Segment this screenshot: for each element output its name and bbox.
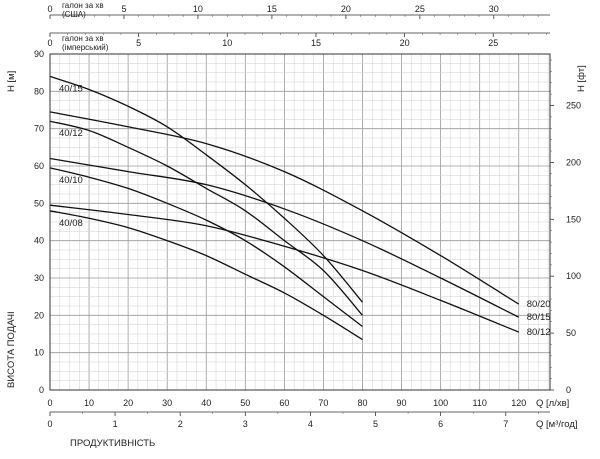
series-label-40-08: 40/08 [59, 218, 83, 229]
h-m-tick-label: 90 [34, 49, 44, 59]
h-ft-tick-label: 50 [566, 328, 576, 338]
h-ft-tick-label: 150 [566, 214, 581, 224]
q-lmin-tick-label: 70 [318, 398, 328, 408]
h-m-axis-label: H [м] [6, 71, 17, 92]
y-axis-caption: ВИСОТА ПОДАЧІ [6, 311, 17, 388]
q-lmin-tick-label: 110 [473, 398, 487, 408]
imp-gallon-tick-label: 15 [311, 38, 321, 48]
q-lmin-axis-label: Q [л/хв] [536, 398, 569, 409]
us-gallon-label-line2: (США) [62, 10, 86, 19]
series-label-80-12: 80/12 [527, 327, 551, 338]
h-m-tick-label: 10 [34, 348, 44, 358]
h-m-tick-label: 20 [34, 310, 44, 320]
series-label-80-15: 80/15 [527, 312, 551, 323]
series-label-40-12: 40/12 [59, 128, 83, 139]
q-lmin-tick-label: 80 [357, 398, 367, 408]
h-m-tick-label: 50 [34, 198, 44, 208]
q-lmin-tick-label: 60 [279, 398, 289, 408]
h-m-tick-label: 70 [34, 124, 44, 134]
imp-gallon-tick-label: 5 [136, 38, 141, 48]
h-m-tick-label: 80 [34, 86, 44, 96]
h-m-tick-label: 40 [34, 236, 44, 246]
q-m3h-axis-label: Q [м³/год] [536, 419, 578, 430]
imp-gallon-tick-label: 10 [222, 38, 232, 48]
imp-gallon-axis-label: галон за хв (імперський) [62, 34, 109, 52]
q-m3h-tick-label: 5 [373, 419, 378, 429]
top-axes: 0 5 10 15 20 25 300 5 10 15 20 25галон за хв (США)га… [47, 1, 550, 52]
x-axis-caption: ПРОДУКТИВНІСТЬ [70, 438, 155, 449]
imp-gallon-tick-label: 20 [400, 38, 410, 48]
bottom-axes: 0 10 20 30 40 50 60 70 80 90 100 110 120 Q [л/хв] 0 1 2 3… [47, 398, 577, 449]
us-gallon-tick-label: 15 [267, 4, 277, 14]
q-lmin-tick-label: 20 [123, 398, 133, 408]
us-gallon-label-line1: галон за хв [62, 1, 104, 10]
series-label-80-20: 80/20 [527, 299, 551, 310]
h-m-tick-label: 30 [34, 273, 44, 283]
h-m-tick-label: 0 [39, 385, 44, 395]
us-gallon-tick-label: 0 [47, 4, 52, 14]
q-m3h-tick-label: 2 [178, 419, 183, 429]
q-lmin-tick-label: 30 [162, 398, 172, 408]
q-m3h-tick-label: 6 [438, 419, 443, 429]
left-axis: 0 10 20 30 40 50 60 70 80 90 H [м] ВИСОТА ПОДАЧІ [6, 49, 44, 395]
q-m3h-tick-label: 0 [47, 419, 52, 429]
q-lmin-tick-label: 90 [397, 398, 407, 408]
us-gallon-tick-label: 20 [341, 4, 351, 14]
q-lmin-tick-label: 40 [201, 398, 211, 408]
q-m3h-tick-label: 7 [503, 419, 508, 429]
us-gallon-axis-label: галон за хв (США) [62, 1, 104, 19]
h-ft-tick-label: 250 [566, 101, 581, 111]
q-lmin-tick-label: 0 [47, 398, 52, 408]
us-gallon-tick-label: 25 [415, 4, 425, 14]
h-ft-tick-label: 200 [566, 157, 581, 167]
imp-gallon-tick-label: 25 [488, 38, 498, 48]
imp-gallon-tick-label: 0 [47, 38, 52, 48]
series-label-40-10: 40/10 [59, 175, 83, 186]
imp-gallon-label-line1: галон за хв [62, 34, 104, 43]
series-labels: 40/08 40/10 40/12 40/15 80/12 80/15 80/20 [59, 83, 551, 338]
q-lmin-tick-label: 120 [511, 398, 526, 408]
q-lmin-tick-label: 100 [433, 398, 448, 408]
imp-gallon-label-line2: (імперський) [62, 43, 109, 52]
h-ft-tick-label: 100 [566, 271, 581, 281]
q-m3h-tick-label: 3 [243, 419, 248, 429]
series-label-40-15: 40/15 [59, 83, 83, 94]
q-lmin-tick-label: 50 [240, 398, 250, 408]
q-m3h-tick-label: 4 [308, 419, 313, 429]
q-m3h-tick-label: 1 [113, 419, 118, 429]
h-ft-axis-label: H [фт] [576, 65, 587, 92]
right-axis: 0 50 100 150 200 250 H [фт] [550, 59, 587, 395]
us-gallon-tick-label: 5 [121, 4, 126, 14]
q-lmin-tick-label: 10 [84, 398, 94, 408]
us-gallon-tick-label: 30 [489, 4, 499, 14]
pump-performance-chart: 0 5 10 15 20 25 300 5 10 15 20 25галон за хв (США)га… [6, 1, 587, 449]
h-ft-tick-label: 0 [566, 385, 571, 395]
us-gallon-tick-label: 10 [193, 4, 203, 14]
h-m-tick-label: 60 [34, 161, 44, 171]
